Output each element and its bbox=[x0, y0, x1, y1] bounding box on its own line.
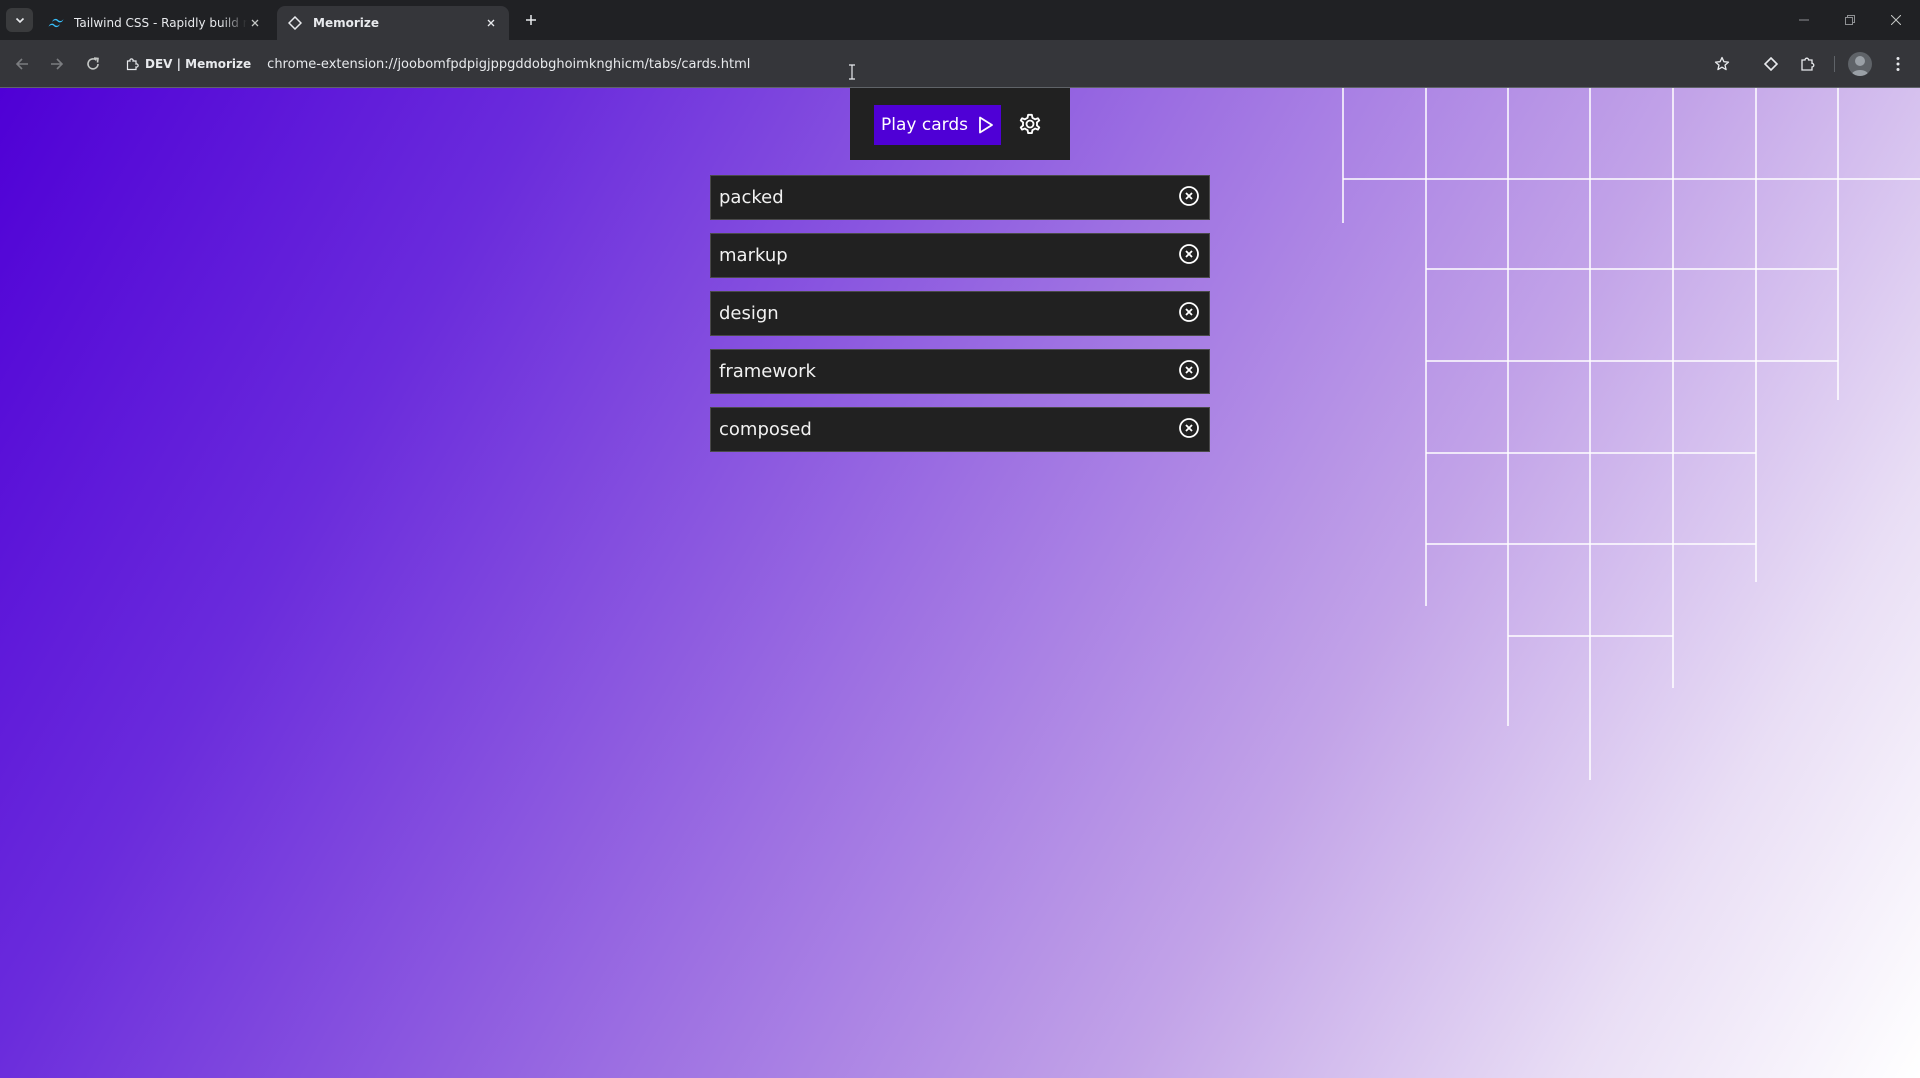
extension-diamond-icon bbox=[287, 15, 303, 31]
forward-button[interactable] bbox=[43, 50, 71, 78]
text-cursor-icon bbox=[849, 64, 855, 80]
reload-button[interactable] bbox=[79, 50, 107, 78]
minimize-button[interactable] bbox=[1784, 6, 1824, 34]
remove-card-button[interactable] bbox=[1177, 416, 1201, 440]
tab-tailwind[interactable]: Tailwind CSS - Rapidly build m bbox=[38, 6, 273, 40]
close-icon[interactable] bbox=[247, 15, 263, 31]
controls-panel: Play cards bbox=[850, 88, 1070, 160]
memorize-extension-button[interactable] bbox=[1757, 50, 1785, 78]
arrow-left-icon bbox=[15, 58, 28, 70]
tailwind-logo-icon bbox=[48, 15, 64, 31]
card-item: composed bbox=[710, 407, 1210, 452]
page-viewport: Play cards packed markup design framewor… bbox=[0, 88, 1920, 1078]
tab-strip: Tailwind CSS - Rapidly build m Memorize bbox=[0, 0, 1920, 40]
minimize-icon bbox=[1799, 19, 1809, 21]
extension-diamond-icon bbox=[1764, 57, 1778, 71]
play-icon bbox=[978, 116, 994, 134]
remove-card-button[interactable] bbox=[1177, 358, 1201, 382]
site-chip-label: DEV | Memorize bbox=[145, 57, 252, 71]
card-item: design bbox=[710, 291, 1210, 336]
tab-memorize[interactable]: Memorize bbox=[277, 6, 509, 40]
user-avatar-icon bbox=[1851, 56, 1869, 76]
address-bar[interactable]: DEV | Memorize chrome-extension://joobom… bbox=[118, 47, 1718, 81]
tab-title: Tailwind CSS - Rapidly build m bbox=[74, 16, 247, 30]
close-window-button[interactable] bbox=[1876, 6, 1916, 34]
close-circle-icon bbox=[1179, 301, 1199, 322]
new-tab-button[interactable] bbox=[520, 8, 542, 32]
toolbar-divider bbox=[1834, 56, 1835, 72]
remove-card-button[interactable] bbox=[1177, 300, 1201, 324]
settings-button[interactable] bbox=[1014, 108, 1046, 140]
gear-icon bbox=[1019, 113, 1041, 135]
card-word: composed bbox=[719, 419, 812, 440]
more-vert-icon bbox=[1896, 57, 1900, 71]
puzzle-icon bbox=[1801, 57, 1815, 71]
close-circle-icon bbox=[1179, 359, 1199, 380]
browser-menu-button[interactable] bbox=[1884, 50, 1912, 78]
close-circle-icon bbox=[1179, 243, 1199, 264]
close-circle-icon bbox=[1179, 417, 1199, 438]
restore-button[interactable] bbox=[1830, 6, 1870, 34]
play-cards-button[interactable]: Play cards bbox=[874, 105, 1001, 145]
url-text: chrome-extension://joobomfpdpigjppgddobg… bbox=[267, 56, 751, 72]
arrow-right-icon bbox=[51, 58, 64, 70]
extension-puzzle-icon bbox=[126, 57, 140, 71]
close-icon bbox=[1891, 15, 1901, 25]
back-button[interactable] bbox=[8, 50, 36, 78]
plus-icon bbox=[526, 15, 536, 25]
profile-avatar[interactable] bbox=[1848, 52, 1872, 76]
star-icon bbox=[1714, 56, 1730, 71]
card-word: framework bbox=[719, 361, 816, 382]
close-circle-icon bbox=[1179, 185, 1199, 206]
card-word: design bbox=[719, 303, 779, 324]
browser-toolbar: DEV | Memorize chrome-extension://joobom… bbox=[0, 40, 1920, 88]
tab-search-button[interactable] bbox=[6, 8, 33, 32]
close-icon[interactable] bbox=[483, 15, 499, 31]
chevron-down-icon bbox=[15, 17, 24, 24]
reload-icon bbox=[87, 57, 99, 70]
remove-card-button[interactable] bbox=[1177, 242, 1201, 266]
restore-icon bbox=[1845, 15, 1855, 25]
card-item: markup bbox=[710, 233, 1210, 278]
card-item: packed bbox=[710, 175, 1210, 220]
site-info-chip[interactable]: DEV | Memorize bbox=[118, 51, 260, 77]
bookmark-star-button[interactable] bbox=[1708, 50, 1736, 78]
extensions-button[interactable] bbox=[1794, 50, 1822, 78]
card-word: packed bbox=[719, 187, 784, 208]
tab-title: Memorize bbox=[313, 16, 379, 30]
card-list: packed markup design framework composed bbox=[710, 175, 1210, 465]
remove-card-button[interactable] bbox=[1177, 184, 1201, 208]
play-cards-label: Play cards bbox=[881, 115, 968, 135]
card-word: markup bbox=[719, 245, 788, 266]
card-item: framework bbox=[710, 349, 1210, 394]
